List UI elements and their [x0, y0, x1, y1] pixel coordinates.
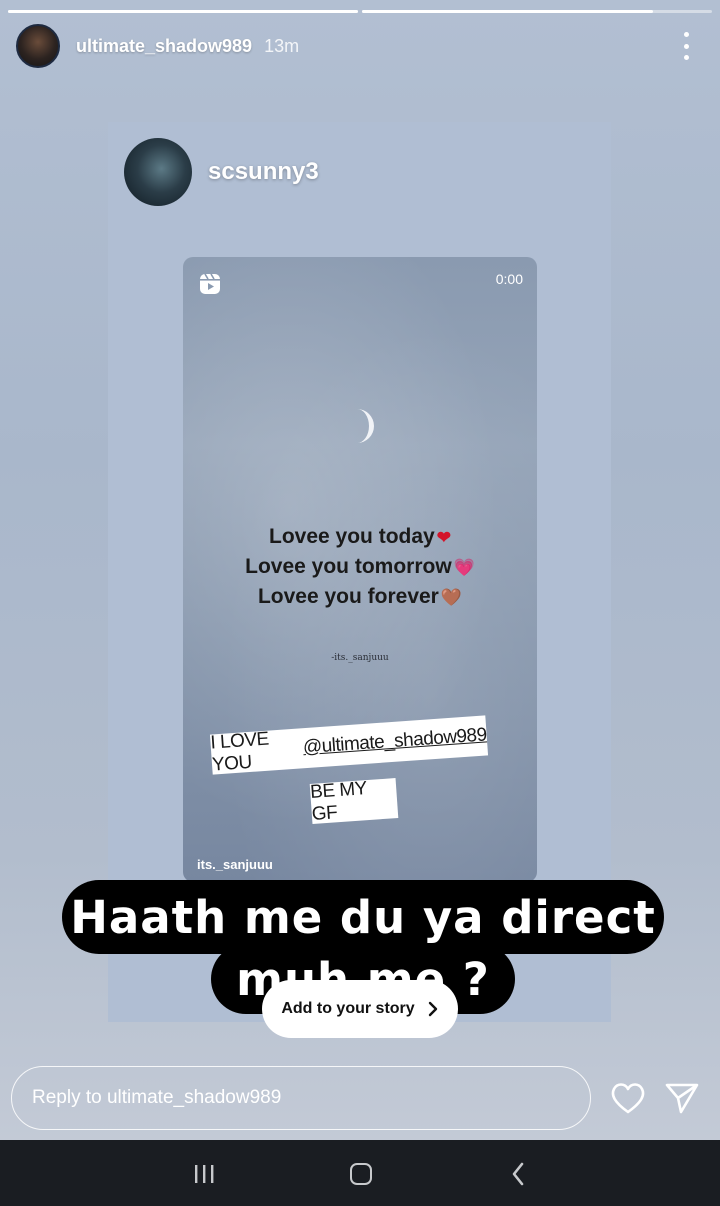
heart-icon: 🤎: [440, 588, 463, 607]
reel-lyrics: Lovee you today ❤ Lovee you tomorrow 💗 Lov…: [183, 522, 537, 612]
add-to-story-button[interactable]: Add to your story: [262, 980, 458, 1038]
lyric-line-1: Lovee you today ❤: [269, 525, 451, 548]
chevron-right-icon: [428, 1001, 437, 1017]
home-icon[interactable]: [350, 1163, 372, 1185]
avatar[interactable]: [16, 24, 60, 68]
moon-icon: [357, 409, 374, 443]
story-progress-1-fill: [8, 10, 358, 13]
caption-line-1: Haath me du ya direct: [62, 880, 664, 954]
reel-preview[interactable]: 0:00 Lovee you today ❤ Lovee you tomorrow…: [183, 257, 537, 882]
text-sticker: BE MY GF: [310, 778, 399, 825]
send-icon[interactable]: [664, 1080, 700, 1116]
story-progress-1: [8, 10, 358, 13]
post-avatar[interactable]: [124, 138, 192, 206]
story-progress-2-fill: [362, 10, 653, 13]
reply-placeholder: Reply to ultimate_shadow989: [32, 1087, 282, 1108]
sticker-mention[interactable]: @ultimate_shadow989: [302, 724, 487, 759]
mention-sticker[interactable]: I LOVE YOU @ultimate_shadow989: [209, 715, 489, 776]
lyric-line-2: Lovee you tomorrow 💗: [245, 555, 475, 578]
add-to-story-label: Add to your story: [281, 1000, 415, 1017]
reply-input[interactable]: Reply to ultimate_shadow989: [11, 1066, 591, 1130]
post-username[interactable]: scsunny3: [208, 158, 319, 186]
heart-icon: ❤: [436, 528, 451, 547]
heart-icon[interactable]: [608, 1080, 648, 1116]
heart-icon: 💗: [453, 558, 475, 577]
more-vertical-icon[interactable]: [674, 32, 698, 60]
reel-handle: its._sanjuuu: [197, 857, 273, 872]
reels-icon: [200, 273, 220, 294]
system-nav-bar: [0, 1140, 720, 1206]
story-header: ultimate_shadow989 13m: [16, 24, 299, 68]
reel-credit: -its._sanjuuu: [331, 653, 389, 663]
sticker-text: I LOVE YOU: [209, 728, 270, 776]
story-progress-2: [362, 10, 712, 13]
recent-apps-icon[interactable]: [193, 1164, 215, 1184]
back-icon[interactable]: [510, 1162, 526, 1186]
reel-timestamp: 0:00: [495, 271, 523, 287]
story-time: 13m: [264, 35, 300, 56]
lyric-line-3: Lovee you forever 🤎: [257, 585, 463, 608]
story-username[interactable]: ultimate_shadow989: [76, 36, 252, 57]
